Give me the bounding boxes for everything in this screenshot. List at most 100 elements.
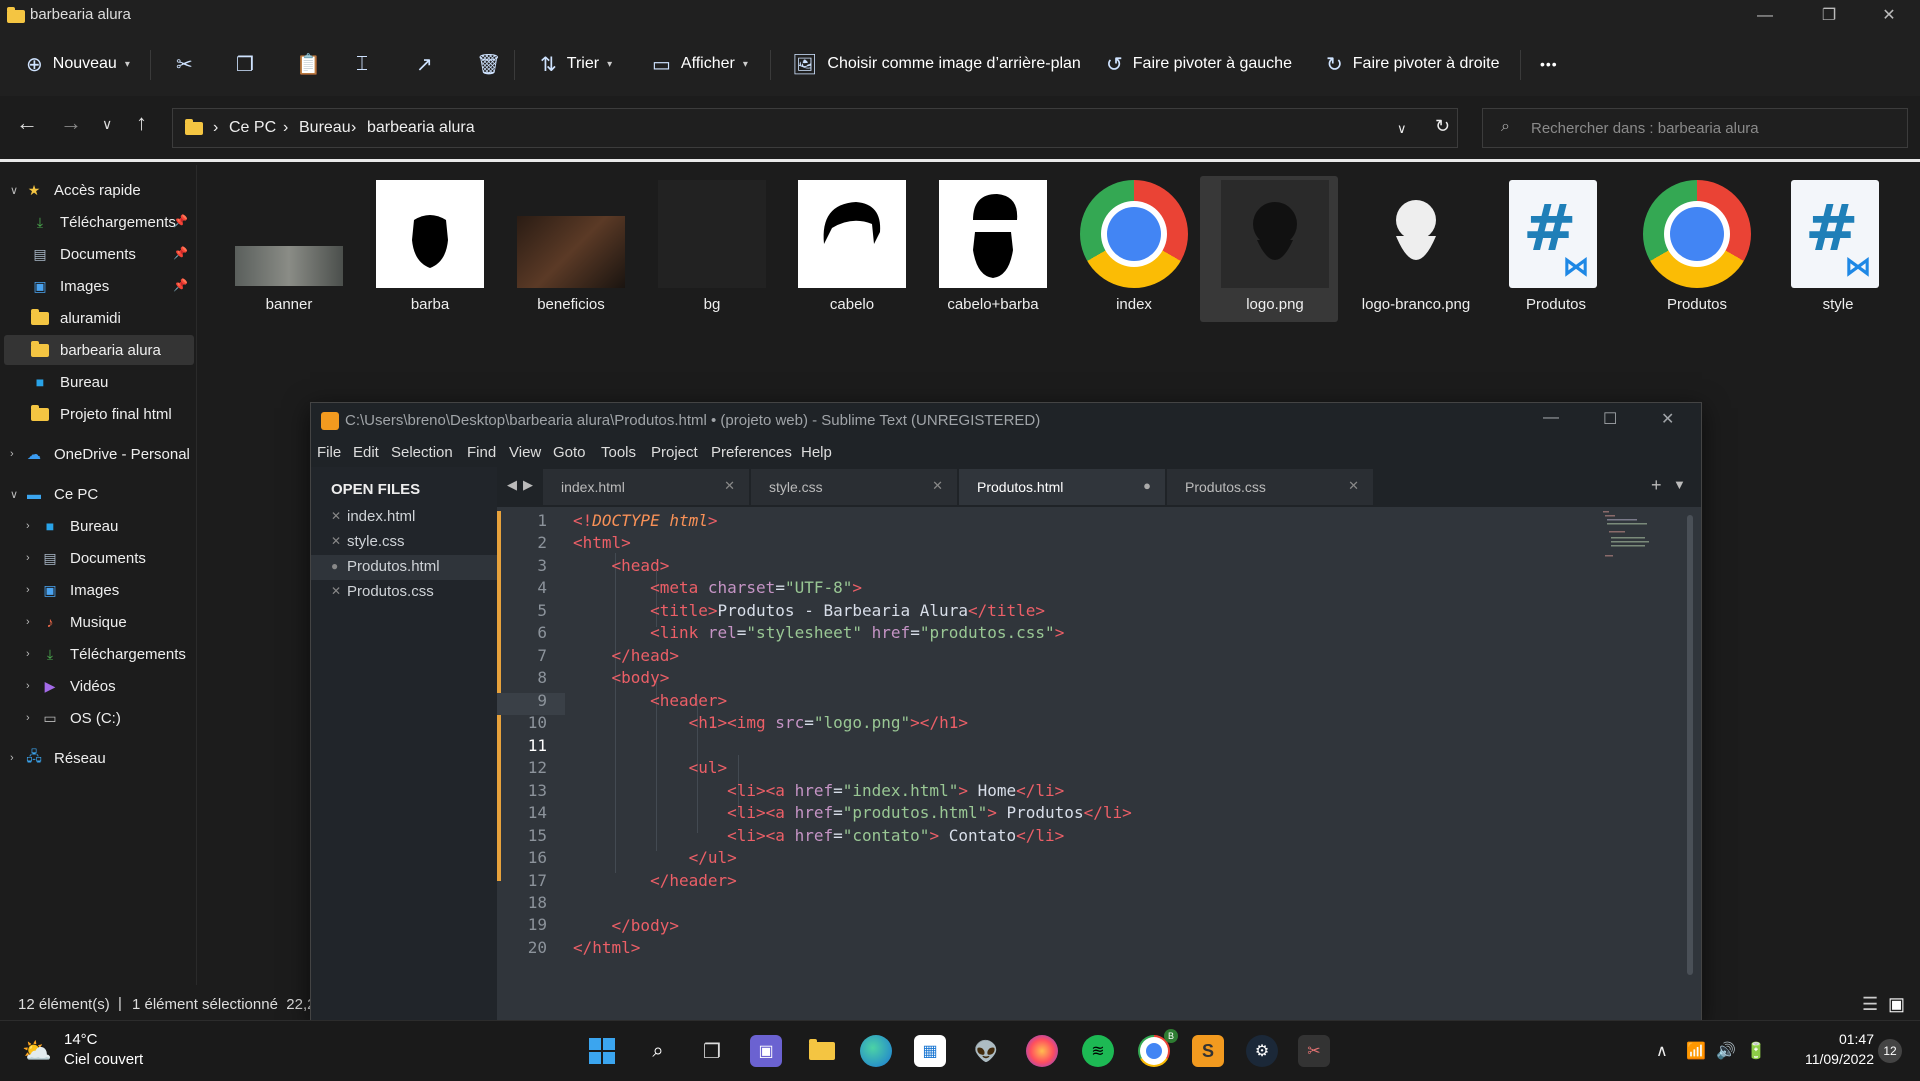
file-item[interactable]: logo-branco.png xyxy=(1341,176,1479,322)
clock[interactable]: 01:47 11/09/2022 xyxy=(1784,1031,1874,1067)
file-item[interactable]: beneficios xyxy=(496,176,634,322)
sidebar-item-onedrive[interactable]: › ☁ OneDrive - Personal xyxy=(0,439,194,469)
steam-icon[interactable]: ⚙ xyxy=(1246,1035,1278,1067)
file-explorer-icon[interactable] xyxy=(806,1035,838,1067)
weather-widget[interactable]: ⛅ 14°C Ciel couvert xyxy=(22,1031,162,1073)
forward-arrow-icon[interactable]: → xyxy=(60,110,82,136)
new-button[interactable]: ⊕ Nouveau ▾ xyxy=(26,46,130,82)
task-view-icon[interactable]: ❐ xyxy=(696,1035,728,1067)
battery-icon[interactable]: 🔋 xyxy=(1746,1041,1766,1061)
rename-button[interactable]: ⌶ xyxy=(356,46,378,82)
set-background-button[interactable]: 🖼 Choisir comme image d’arrière-plan xyxy=(792,46,1081,82)
menu-edit[interactable]: Edit xyxy=(353,444,379,461)
crumb-ce-pc[interactable]: Ce PC xyxy=(229,119,276,137)
snipping-tool-icon[interactable]: ✂ xyxy=(1298,1035,1330,1067)
tab-close-icon[interactable]: ✕ xyxy=(932,478,943,494)
sidebar-item-documents[interactable]: ▤ Documents 📌 xyxy=(30,239,194,269)
modified-dot-icon[interactable]: ● xyxy=(1143,478,1151,493)
sidebar-item-projeto-final-html[interactable]: Projeto final html xyxy=(30,399,194,429)
file-item[interactable]: # ⋈ Produtos xyxy=(1481,176,1619,322)
tab-produtos-css[interactable]: Produtos.css ✕ xyxy=(1167,469,1373,505)
rotate-left-button[interactable]: ↺ Faire pivoter à gauche xyxy=(1106,46,1292,82)
expand-chevron-icon[interactable]: › xyxy=(26,520,40,532)
file-item[interactable]: bg xyxy=(637,176,775,322)
address-dropdown-icon[interactable]: ∨ xyxy=(1397,121,1407,137)
expand-chevron-icon[interactable]: › xyxy=(10,448,24,460)
edge-icon[interactable] xyxy=(860,1035,892,1067)
menu-file[interactable]: File xyxy=(317,444,341,461)
sidebar-item-pc-images[interactable]: › ▣ Images xyxy=(16,575,194,605)
file-item[interactable]: barba xyxy=(355,176,493,322)
code-editor[interactable]: 1 2 3 4 5 6 7 8 9 10 11 12 13 14 15 16 17 18 19 20 <!DOCTYP… xyxy=(497,507,1701,1021)
expand-chevron-icon[interactable]: ∨ xyxy=(10,488,24,501)
up-arrow-icon[interactable]: ↑ xyxy=(136,110,147,136)
file-item[interactable]: banner xyxy=(214,176,352,322)
expand-chevron-icon[interactable]: › xyxy=(26,648,40,660)
open-file-item[interactable]: ✕ Produtos.css xyxy=(311,580,497,605)
expand-chevron-icon[interactable]: › xyxy=(26,680,40,692)
spotify-icon[interactable]: ≋ xyxy=(1082,1035,1114,1067)
sidebar-item-bureau[interactable]: ■ Bureau xyxy=(30,367,194,397)
tab-list-chevron-icon[interactable]: ▼ xyxy=(1673,477,1686,492)
tab-close-icon[interactable]: ✕ xyxy=(724,478,735,494)
search-icon[interactable]: ⌕ xyxy=(642,1035,674,1067)
sidebar-item-pc-documents[interactable]: › ▤ Documents xyxy=(16,543,194,573)
sublime-close-button[interactable]: ✕ xyxy=(1661,409,1674,429)
tiles-view-icon[interactable]: ▣ xyxy=(1888,994,1905,1015)
tab-style-css[interactable]: style.css ✕ xyxy=(751,469,957,505)
expand-chevron-icon[interactable]: › xyxy=(26,584,40,596)
close-icon[interactable]: ✕ xyxy=(331,509,341,523)
more-button[interactable]: ••• xyxy=(1540,46,1558,82)
sublime-maximize-button[interactable]: ☐ xyxy=(1603,409,1617,429)
notification-count-badge[interactable]: 12 xyxy=(1878,1039,1902,1063)
copy-button[interactable]: ❐ xyxy=(236,46,264,82)
file-item[interactable]: cabelo xyxy=(777,176,915,322)
start-button[interactable] xyxy=(586,1035,618,1067)
tab-scroll-left-icon[interactable]: ◀ xyxy=(507,477,517,493)
firefox-icon[interactable] xyxy=(1026,1035,1058,1067)
sidebar-item-barbearia-alura[interactable]: barbearia alura xyxy=(4,335,194,365)
menu-preferences[interactable]: Preferences xyxy=(711,444,792,461)
expand-chevron-icon[interactable]: ∨ xyxy=(10,184,24,197)
menu-selection[interactable]: Selection xyxy=(391,444,453,461)
sidebar-item-pc-downloads[interactable]: › ⤓ Téléchargements xyxy=(16,639,194,669)
maximize-button[interactable]: ❐ xyxy=(1800,0,1858,32)
new-tab-icon[interactable]: + xyxy=(1651,475,1662,496)
alienware-icon[interactable]: 👽 xyxy=(970,1035,1002,1067)
paste-button[interactable]: 📋 xyxy=(296,46,331,82)
file-item[interactable]: # ⋈ style xyxy=(1763,176,1901,322)
close-icon[interactable]: ✕ xyxy=(331,534,341,548)
sidebar-item-aluramidi[interactable]: aluramidi xyxy=(30,303,194,333)
file-item[interactable]: cabelo+barba xyxy=(918,176,1056,322)
minimize-button[interactable]: — xyxy=(1736,0,1794,32)
tab-index-html[interactable]: index.html ✕ xyxy=(543,469,749,505)
rotate-right-button[interactable]: ↻ Faire pivoter à droite xyxy=(1326,46,1500,82)
refresh-icon[interactable]: ↻ xyxy=(1435,116,1450,137)
sublime-minimize-button[interactable]: — xyxy=(1543,409,1559,427)
view-button[interactable]: ▭ Afficher ▾ xyxy=(652,46,748,82)
tab-produtos-html[interactable]: Produtos.html ● xyxy=(959,469,1165,505)
open-file-item[interactable]: ✕ style.css xyxy=(311,530,497,555)
menu-goto[interactable]: Goto xyxy=(553,444,586,461)
sidebar-item-pc-bureau[interactable]: › ■ Bureau xyxy=(16,511,194,541)
menu-view[interactable]: View xyxy=(509,444,541,461)
menu-find[interactable]: Find xyxy=(467,444,496,461)
expand-chevron-icon[interactable]: › xyxy=(26,616,40,628)
back-arrow-icon[interactable]: ← xyxy=(16,110,38,136)
tray-overflow-chevron-icon[interactable]: ∧ xyxy=(1656,1041,1668,1061)
expand-chevron-icon[interactable]: › xyxy=(26,552,40,564)
tab-close-icon[interactable]: ✕ xyxy=(1348,478,1359,494)
open-file-item-active[interactable]: ● Produtos.html xyxy=(311,555,497,580)
menu-help[interactable]: Help xyxy=(801,444,832,461)
menu-tools[interactable]: Tools xyxy=(601,444,636,461)
open-file-item[interactable]: ✕ index.html xyxy=(311,505,497,530)
sidebar-item-pc-drive[interactable]: › ▭ OS (C:) xyxy=(16,703,194,733)
teams-chat-icon[interactable]: ▣ xyxy=(750,1035,782,1067)
file-item[interactable]: Produtos xyxy=(1622,176,1760,322)
sidebar-item-quick-access[interactable]: ∨ ★ Accès rapide xyxy=(0,175,194,205)
file-item-selected[interactable]: logo.png xyxy=(1200,176,1338,322)
sidebar-item-pc-videos[interactable]: › ▶ Vidéos xyxy=(16,671,194,701)
search-box[interactable]: ⌕ Rechercher dans : barbearia alura xyxy=(1482,108,1908,148)
crumb-barbearia-alura[interactable]: barbearia alura xyxy=(367,119,475,137)
share-button[interactable]: ↗ xyxy=(416,46,443,82)
